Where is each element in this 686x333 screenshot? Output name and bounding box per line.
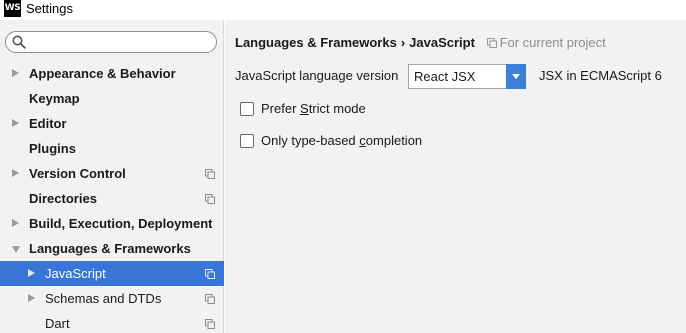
sidebar-item-label: Version Control [29, 166, 126, 181]
sidebar-item-label: Languages & Frameworks [29, 241, 191, 256]
sidebar-item-label: Keymap [29, 91, 80, 106]
sidebar-item-build-execution-deployment[interactable]: Build, Execution, Deployment [0, 211, 224, 236]
language-version-label: JavaScript language version [235, 68, 399, 83]
sidebar-item-label: Schemas and DTDs [45, 291, 162, 306]
copy-icon [205, 269, 215, 279]
sidebar-item-languages-frameworks[interactable]: Languages & Frameworks [0, 236, 224, 261]
copy-icon [205, 169, 215, 179]
expand-arrow-right-icon[interactable] [12, 169, 19, 177]
settings-sidebar: Appearance & Behavior Keymap Editor Plugins… [0, 20, 224, 333]
breadcrumb-parent: Languages & Frameworks [235, 35, 397, 50]
search-icon [12, 35, 26, 49]
javascript-settings-panel: Languages & Frameworks › JavaScript For cu… [225, 20, 686, 333]
breadcrumb: Languages & Frameworks › JavaScript For cu… [235, 35, 606, 50]
sidebar-item-label: Build, Execution, Deployment [29, 216, 213, 231]
expand-arrow-right-icon[interactable] [12, 219, 19, 227]
breadcrumb-current: JavaScript [409, 35, 475, 50]
expand-arrow-right-icon[interactable] [28, 294, 35, 302]
language-version-value: React JSX [414, 69, 476, 84]
breadcrumb-separator: › [400, 35, 406, 50]
sidebar-item-plugins[interactable]: Plugins [0, 136, 224, 161]
window-title: Settings [26, 1, 73, 16]
copy-icon [486, 38, 497, 48]
scope-label: For current project [499, 35, 606, 50]
sidebar-item-label: Dart [45, 316, 70, 331]
type-based-completion-checkbox[interactable] [240, 134, 254, 148]
copy-icon [205, 319, 215, 329]
language-version-dropdown[interactable]: React JSX [408, 64, 526, 89]
chevron-down-icon[interactable] [506, 64, 526, 89]
expand-arrow-right-icon[interactable] [28, 269, 35, 277]
sidebar-item-label: Plugins [29, 141, 76, 156]
copy-icon [205, 194, 215, 204]
language-version-note: JSX in ECMAScript 6 [539, 68, 662, 83]
prefer-strict-mode-checkbox[interactable] [240, 102, 254, 116]
sidebar-item-directories[interactable]: Directories [0, 186, 224, 211]
settings-search-input[interactable] [5, 31, 217, 53]
copy-icon [205, 294, 215, 304]
expand-arrow-right-icon[interactable] [12, 119, 19, 127]
expand-arrow-down-icon[interactable] [12, 246, 20, 253]
sidebar-item-keymap[interactable]: Keymap [0, 86, 224, 111]
sidebar-item-label: JavaScript [45, 266, 106, 281]
expand-arrow-right-icon[interactable] [12, 69, 19, 77]
sidebar-item-appearance-behavior[interactable]: Appearance & Behavior [0, 61, 224, 86]
sidebar-item-version-control[interactable]: Version Control [0, 161, 224, 186]
sidebar-item-editor[interactable]: Editor [0, 111, 224, 136]
type-based-completion-label: Only type-based completion [261, 133, 423, 148]
sidebar-item-label: Directories [29, 191, 97, 206]
title-bar: WS Settings [0, 0, 686, 20]
webstorm-app-icon: WS [4, 0, 21, 17]
sidebar-item-label: Appearance & Behavior [29, 66, 176, 81]
sidebar-item-dart[interactable]: Dart [0, 311, 224, 333]
sidebar-item-label: Editor [29, 116, 67, 131]
sidebar-item-javascript[interactable]: JavaScript [0, 261, 224, 286]
sidebar-item-schemas-and-dtds[interactable]: Schemas and DTDs [0, 286, 224, 311]
project-scope-note: For current project [486, 35, 606, 50]
prefer-strict-mode-label: Prefer Strict mode [261, 101, 366, 116]
settings-tree: Appearance & Behavior Keymap Editor Plugins… [0, 61, 224, 333]
